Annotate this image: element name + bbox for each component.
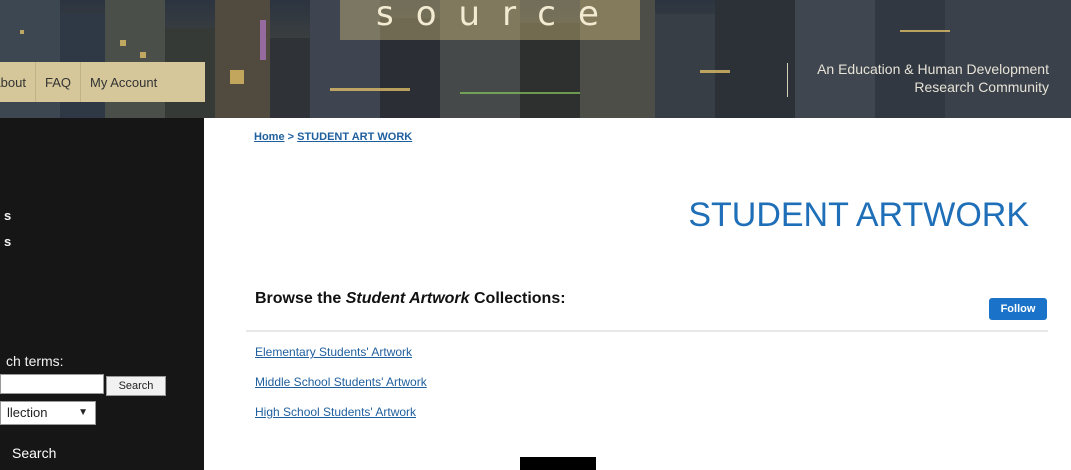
browse-prefix: Browse the	[255, 290, 346, 307]
search-input[interactable]	[0, 374, 104, 394]
breadcrumb-home[interactable]: Home	[254, 131, 285, 143]
browse-heading: Browse the Student Artwork Collections:	[255, 290, 566, 308]
collection-link-middle-school[interactable]: Middle School Students' Artwork	[255, 375, 427, 389]
tagline-divider	[787, 63, 788, 97]
advanced-search-link[interactable]: Search	[12, 445, 56, 461]
nav-item-about[interactable]: About	[0, 75, 35, 90]
page-title: STUDENT ARTWORK	[688, 196, 1029, 234]
sidebar-truncated-link-2[interactable]: s	[4, 234, 11, 249]
collection-link-elementary[interactable]: Elementary Students' Artwork	[255, 345, 412, 359]
search-terms-label: ch terms:	[6, 353, 64, 369]
breadcrumb-current[interactable]: STUDENT ART WORK	[297, 131, 412, 143]
dropdown-arrow-icon: ▼	[78, 407, 88, 418]
site-tagline: An Education & Human Development Researc…	[817, 60, 1049, 96]
search-scope-select[interactable]: llection ▼	[0, 401, 96, 425]
site-logo[interactable]: source	[376, 0, 621, 34]
search-button[interactable]: Search	[106, 376, 166, 396]
collection-link-high-school[interactable]: High School Students' Artwork	[255, 405, 416, 419]
tagline-line-1: An Education & Human Development	[817, 61, 1049, 77]
black-block	[520, 457, 596, 470]
top-nav: About FAQ My Account	[0, 62, 205, 102]
browse-italic: Student Artwork	[345, 290, 470, 307]
sidebar: s s ch terms: Search llection ▼ Search	[0, 118, 204, 470]
search-scope-value: llection	[7, 405, 48, 420]
browse-suffix: Collections:	[469, 290, 566, 307]
tagline-line-2: Research Community	[914, 79, 1049, 95]
nav-item-my-account[interactable]: My Account	[81, 75, 166, 90]
follow-button[interactable]: Follow	[989, 298, 1047, 320]
breadcrumb-separator: >	[287, 131, 295, 143]
nav-item-faq[interactable]: FAQ	[36, 75, 80, 90]
breadcrumb: Home > STUDENT ART WORK	[254, 131, 412, 143]
divider	[246, 330, 1048, 332]
sidebar-truncated-link-1[interactable]: s	[4, 208, 11, 223]
